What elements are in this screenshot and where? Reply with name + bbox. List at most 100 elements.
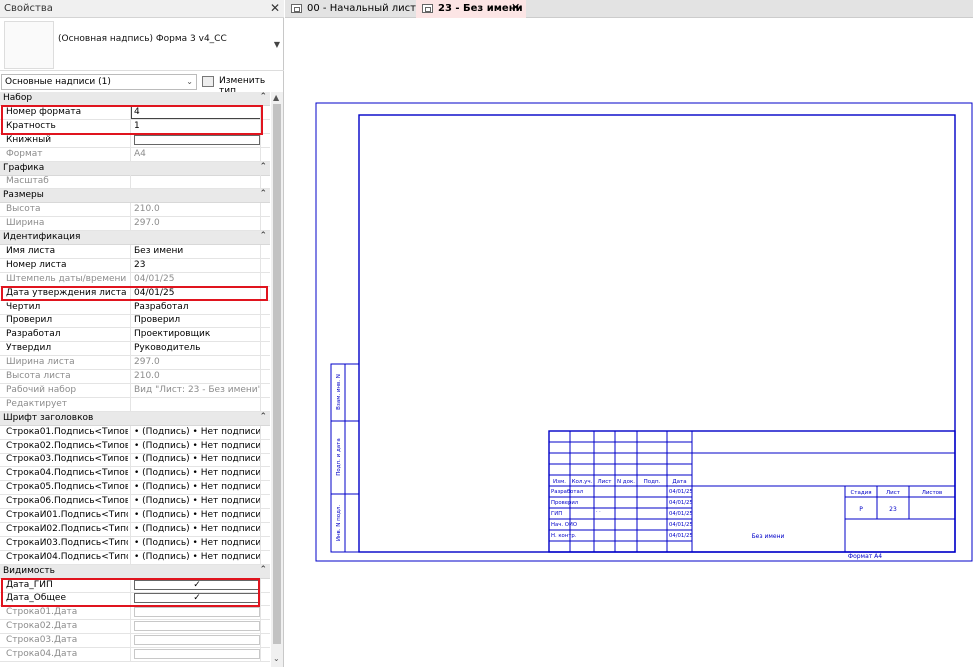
group-header[interactable]: Графика ⌃ (0, 161, 270, 176)
property-row[interactable]: Книжный (0, 133, 270, 148)
property-row: Строка03.Дата (0, 634, 270, 649)
property-value-cell[interactable]: 23 (130, 258, 260, 272)
property-value-cell: 297.0 (130, 217, 260, 231)
property-label: Редактирует (6, 398, 68, 409)
group-label: Графика (3, 162, 45, 173)
property-value-cell[interactable]: • (Подпись) • Нет подписи : • (130, 522, 260, 536)
sheet-text: 23 (889, 506, 897, 513)
property-label: СтрокаИ03.Подпись<Типо... (6, 537, 128, 548)
group-label: Шрифт заголовков (3, 412, 94, 423)
drawing-canvas[interactable]: Взам. инв. N Подп. и дата Инв. N подл. Изм.… (285, 19, 973, 667)
property-checkbox[interactable] (134, 134, 260, 145)
property-value-cell[interactable]: Руководитель (130, 342, 260, 356)
type-selector[interactable]: (Основная надпись) Форма 3 v4_СС ▼ (0, 19, 284, 71)
property-value-cell[interactable]: • (Подпись) • Нет подписи : • (130, 509, 260, 522)
collapse-icon[interactable]: ⌃ (259, 565, 267, 575)
sheet-text: Формат A4 (848, 553, 882, 560)
property-row[interactable]: Номер листа 23 (0, 258, 270, 273)
property-edge-cell (260, 175, 270, 189)
property-value-cell[interactable]: Проектировщик (130, 328, 260, 342)
property-row[interactable]: Строка02.Подпись<Типов... • (Подпись) • Н… (0, 439, 270, 454)
property-value-cell: 297.0 (130, 356, 260, 370)
property-row[interactable]: Строка05.Подпись<Типов... • (Подпись) • Н… (0, 481, 270, 496)
properties-scrollbar[interactable]: ▲ ⌄ (271, 92, 283, 667)
property-edge-cell (260, 272, 270, 286)
tab-start-sheet[interactable]: 00 - Начальный лист (285, 0, 416, 18)
property-value: • (Подпись) • Нет подписи : • (134, 454, 260, 465)
title-block-sheet: Взам. инв. N Подп. и дата Инв. N подл. Изм.… (315, 102, 973, 562)
property-row[interactable]: Чертил Разработал (0, 300, 270, 315)
property-edge-cell (260, 328, 270, 342)
property-value-cell[interactable] (130, 133, 260, 147)
property-edge-cell (260, 147, 270, 161)
property-row[interactable]: Строка06.Подпись<Типов... • (Подпись) • Н… (0, 495, 270, 510)
sheet-text: P (859, 506, 863, 513)
property-value-cell[interactable]: • (Подпись) • Нет подписи : • (130, 536, 260, 550)
property-value: • (Подпись) • Нет подписи : • (134, 551, 260, 562)
close-icon[interactable]: ✕ (270, 1, 280, 15)
property-label: Строка03.Дата (6, 635, 78, 646)
property-value-cell (130, 648, 260, 661)
property-row[interactable]: Разработал Проектировщик (0, 328, 270, 343)
close-tab-icon[interactable]: ✕ (511, 1, 520, 14)
property-value-cell[interactable]: • (Подпись) • Нет подписи : • (130, 550, 260, 564)
property-value-cell[interactable]: • (Подпись) • Нет подписи : • (130, 425, 260, 439)
collapse-icon[interactable]: ⌃ (259, 92, 267, 102)
property-row[interactable]: Утвердил Руководитель (0, 342, 270, 357)
property-row: Строка01.Дата (0, 606, 270, 621)
property-value: Вид "Лист: 23 - Без имени" (134, 384, 260, 395)
property-row[interactable]: Имя листа Без имени (0, 244, 270, 259)
collapse-icon[interactable]: ⌃ (259, 231, 267, 241)
collapse-icon[interactable]: ⌃ (259, 412, 267, 422)
sheet-text: ГИП (551, 511, 562, 517)
sheet-text: Проверил (551, 500, 578, 506)
property-label: Проверил (6, 315, 53, 326)
property-row[interactable]: СтрокаИ03.Подпись<Типо... • (Подпись) • Н… (0, 536, 270, 551)
scroll-thumb[interactable] (273, 104, 281, 644)
property-edge-cell (260, 648, 270, 661)
property-row[interactable]: Строка03.Подпись<Типов... • (Подпись) • Н… (0, 453, 270, 468)
property-checkbox (134, 649, 260, 659)
property-row[interactable]: Проверил Проверил (0, 314, 270, 329)
collapse-icon[interactable]: ⌃ (259, 189, 267, 199)
edit-type-button[interactable]: Изменить тип (201, 74, 283, 96)
group-header[interactable]: Видимость ⌃ (0, 564, 270, 579)
group-header[interactable]: Размеры ⌃ (0, 189, 270, 204)
scroll-up-icon[interactable]: ▲ (273, 93, 279, 102)
property-label: Строка02.Подпись<Типов... (6, 440, 128, 451)
property-value-cell[interactable]: • (Подпись) • Нет подписи : • (130, 453, 260, 467)
property-edge-cell (260, 356, 270, 370)
property-value-cell[interactable]: • (Подпись) • Нет подписи : • (130, 467, 260, 481)
property-value-cell[interactable]: • (Подпись) • Нет подписи : • (130, 481, 260, 495)
scroll-down-icon[interactable]: ⌄ (273, 654, 280, 663)
sheet-text: Стадия (850, 490, 871, 496)
property-row[interactable]: Строка01.Подпись<Типов... • (Подпись) • Н… (0, 425, 270, 440)
tab-active-sheet[interactable]: 23 - Без имени ✕ (416, 0, 526, 18)
sheet-text: · · (596, 509, 601, 515)
collapse-icon[interactable]: ⌃ (259, 162, 267, 172)
property-value-cell[interactable]: Проверил (130, 314, 260, 328)
property-value-cell[interactable]: Разработал (130, 300, 260, 314)
property-row[interactable]: СтрокаИ02.Подпись<Типо... • (Подпись) • Н… (0, 522, 270, 537)
property-value: • (Подпись) • Нет подписи : • (134, 510, 260, 520)
sheet-text: Нач. ОИО (551, 522, 577, 528)
property-value-cell[interactable]: • (Подпись) • Нет подписи : • (130, 495, 260, 509)
property-edge-cell (260, 606, 270, 620)
sheet-text: 04/01/25 (669, 511, 693, 517)
sheet-text: Подп. и дата (336, 438, 342, 475)
group-header[interactable]: Шрифт заголовков ⌃ (0, 411, 270, 426)
property-value: 297.0 (134, 218, 160, 229)
type-subtitle-blank (58, 49, 142, 59)
sheet-text: 04/01/25 (669, 500, 693, 506)
property-value-cell[interactable]: • (Подпись) • Нет подписи : • (130, 439, 260, 453)
property-row[interactable]: СтрокаИ01.Подпись<Типо... • (Подпись) • Н… (0, 509, 270, 523)
sheet-outline (315, 102, 973, 562)
property-row[interactable]: СтрокаИ04.Подпись<Типо... • (Подпись) • Н… (0, 550, 270, 565)
chevron-down-icon[interactable]: ▼ (274, 40, 280, 49)
group-header[interactable]: Идентификация ⌃ (0, 231, 270, 245)
selection-filter-dropdown[interactable]: Основные надписи (1) ⌄ (1, 74, 197, 90)
property-value-cell[interactable]: Без имени (130, 244, 260, 258)
group-header[interactable]: Набор ⌃ (0, 92, 270, 106)
property-row[interactable]: Строка04.Подпись<Типов... • (Подпись) • Н… (0, 467, 270, 482)
property-checkbox (134, 607, 260, 618)
